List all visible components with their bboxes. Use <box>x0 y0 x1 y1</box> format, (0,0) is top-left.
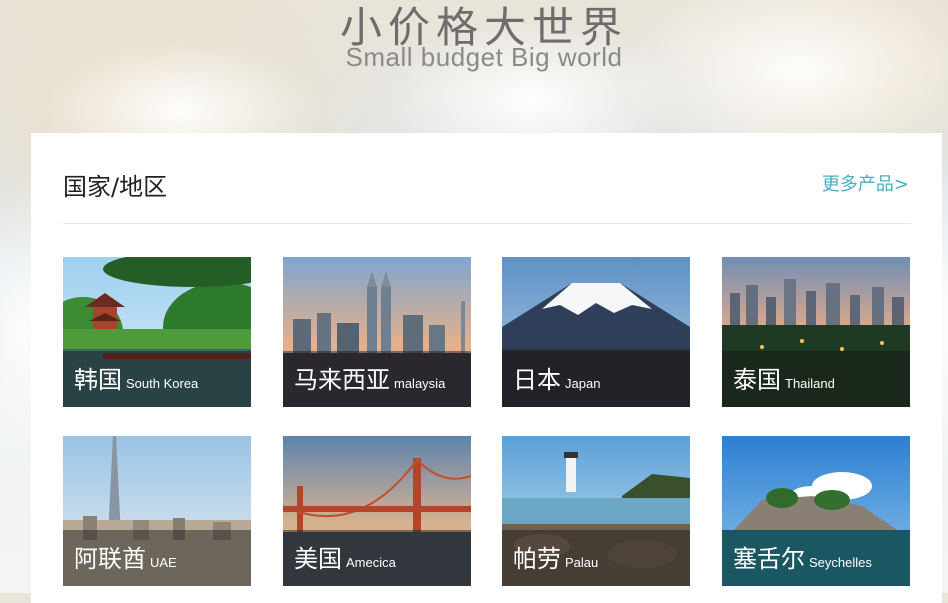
destination-name: 马来西亚 malaysia <box>294 366 446 394</box>
destination-card-korea[interactable]: 韩国 South Korea <box>63 257 251 407</box>
section-divider <box>63 223 911 224</box>
destination-name-en: Thailand <box>785 376 835 391</box>
destination-name: 塞舌尔 Seychelles <box>733 545 872 573</box>
destinations-panel: 国家/地区 更多产品> 韩国 South Korea 马来西亚 malaysia… <box>31 133 942 603</box>
destination-name: 泰国 Thailand <box>733 366 835 394</box>
destination-name: 日本 Japan <box>513 366 601 394</box>
hero-banner: 小价格大世界 Small budget Big world <box>0 0 948 80</box>
hero-title-en: Small budget Big world <box>345 42 623 72</box>
destination-name: 帕劳 Palau <box>513 545 599 573</box>
destination-card-seychelles[interactable]: 塞舌尔 Seychelles <box>722 436 910 586</box>
destination-name-en: South Korea <box>126 376 199 391</box>
destination-name-en: Palau <box>565 555 599 570</box>
destination-card-thailand[interactable]: 泰国 Thailand <box>722 257 910 407</box>
destination-card-palau[interactable]: 帕劳 Palau <box>502 436 690 586</box>
destination-card-uae[interactable]: 阿联酋 UAE <box>63 436 251 586</box>
destination-card-usa[interactable]: 美国 Amecica <box>283 436 471 586</box>
destination-card-malaysia[interactable]: 马来西亚 malaysia <box>283 257 471 407</box>
destination-name-en: Japan <box>565 376 601 391</box>
more-products-link[interactable]: 更多产品> <box>822 170 909 196</box>
destination-name-en: Amecica <box>346 555 396 570</box>
section-title: 国家/地区 <box>63 173 168 201</box>
destination-card-japan[interactable]: 日本 Japan <box>502 257 690 407</box>
destination-name: 美国 Amecica <box>294 545 396 573</box>
destination-name-en: UAE <box>150 555 177 570</box>
destination-name: 阿联酋 UAE <box>74 545 177 573</box>
destination-name-en: Seychelles <box>809 555 872 570</box>
destination-name-en: malaysia <box>394 376 446 391</box>
destination-name: 韩国 South Korea <box>74 366 199 394</box>
